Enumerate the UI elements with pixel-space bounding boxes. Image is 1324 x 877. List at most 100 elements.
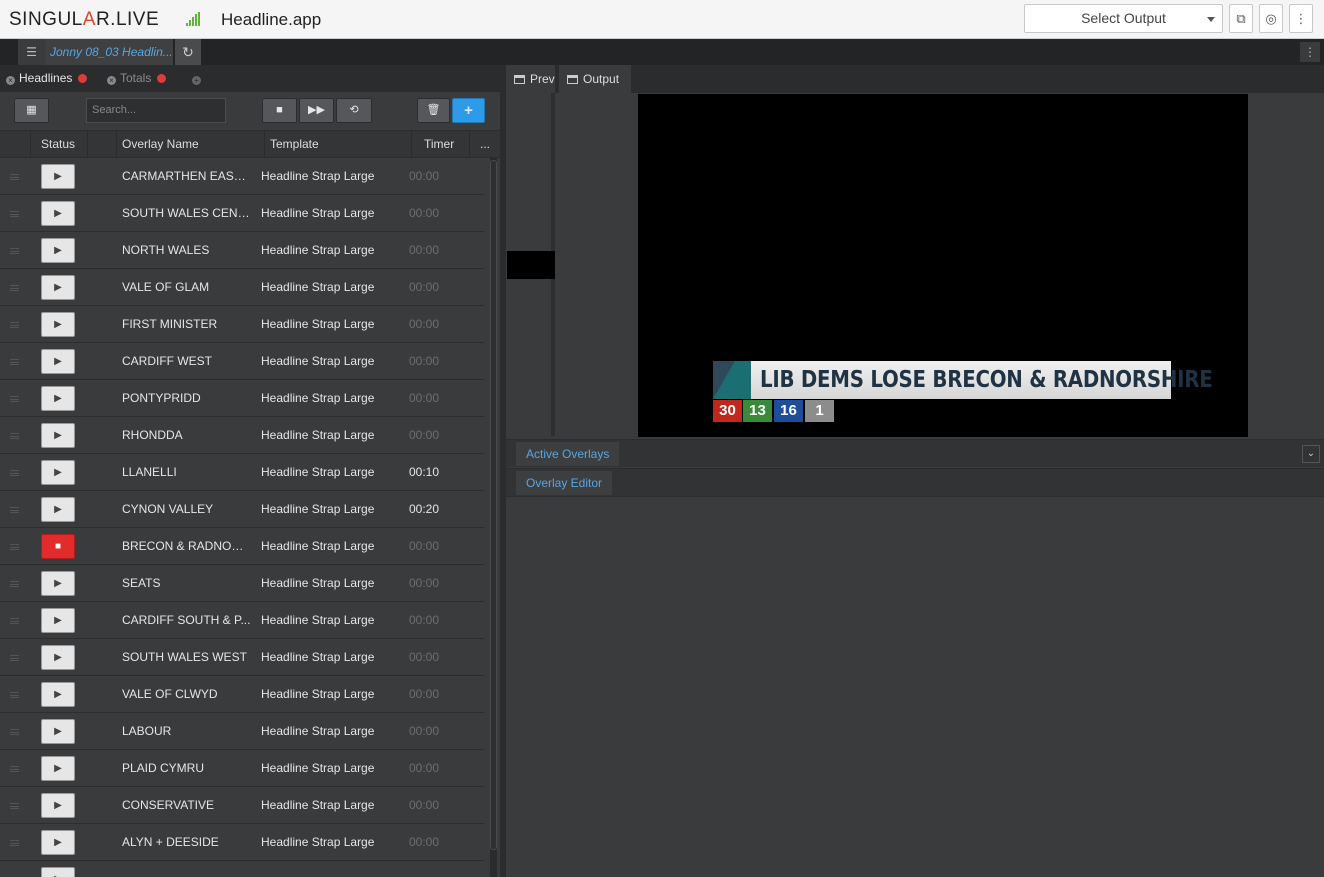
table-row[interactable]: ▶ ALYN + DEESIDE Headline Strap Large 00:00 <box>0 824 484 861</box>
close-icon[interactable]: × <box>6 76 15 85</box>
overlay-timer[interactable]: 00:00 <box>409 195 439 232</box>
column-status[interactable]: Status <box>30 131 87 157</box>
table-row[interactable]: ▶ CARDIFF SOUTH & P... Headline Strap Larg… <box>0 602 484 639</box>
grid-view-button[interactable]: ▦ <box>14 98 49 123</box>
table-row[interactable]: ▶ CONSERVATIVE Headline Strap Large 00:00 <box>0 787 484 824</box>
globe-button[interactable]: ◎ <box>1259 4 1283 33</box>
loop-button[interactable]: ⟲ <box>336 98 372 123</box>
table-row[interactable]: ▶ SOUTH WALES WEST Headline Strap Large 00:… <box>0 639 484 676</box>
drag-handle-icon[interactable] <box>10 211 19 217</box>
table-row[interactable]: ▶ FIRST MINISTER Headline Strap Large 00:00 <box>0 306 484 343</box>
collapse-button[interactable]: ⌄ <box>1302 445 1320 463</box>
drag-handle-icon[interactable] <box>10 729 19 735</box>
tab-preview[interactable]: Prev <box>506 65 555 93</box>
play-button[interactable]: ▶ <box>41 164 75 189</box>
play-button[interactable]: ▶ <box>41 608 75 633</box>
column-more[interactable]: ... <box>469 131 498 157</box>
play-button[interactable]: ▶ <box>41 312 75 337</box>
table-row[interactable]: ▶ PLAID CYMRU Headline Strap Large 00:00 <box>0 750 484 787</box>
delete-button[interactable]: 🗑 <box>417 98 450 123</box>
drag-handle-icon[interactable] <box>10 840 19 846</box>
next-button[interactable]: ▶▶ <box>299 98 334 123</box>
play-button[interactable]: ▶ <box>41 682 75 707</box>
overlay-timer[interactable]: 00:00 <box>409 639 439 676</box>
play-button[interactable]: ▶ <box>41 275 75 300</box>
drag-handle-icon[interactable] <box>10 248 19 254</box>
drag-handle-icon[interactable] <box>10 766 19 772</box>
drag-handle-icon[interactable] <box>10 396 19 402</box>
overlay-timer[interactable]: 00:00 <box>409 380 439 417</box>
document-tab[interactable]: Jonny 08_03 Headlin... <box>45 39 173 65</box>
overlay-timer[interactable]: 00:00 <box>409 750 439 787</box>
stop-all-button[interactable]: ■ <box>262 98 297 123</box>
drag-handle-icon[interactable] <box>10 692 19 698</box>
stop-button[interactable]: ■ <box>41 534 75 559</box>
overlay-timer[interactable]: 00:00 <box>409 158 439 195</box>
play-button[interactable]: ▶ <box>41 867 75 877</box>
column-timer[interactable]: Timer <box>411 131 469 157</box>
drag-handle-icon[interactable] <box>10 544 19 550</box>
play-button[interactable]: ▶ <box>41 645 75 670</box>
drag-handle-icon[interactable] <box>10 618 19 624</box>
drag-handle-icon[interactable] <box>10 174 19 180</box>
table-row[interactable]: ▶ VALE OF GLAM Headline Strap Large 00:00 <box>0 269 484 306</box>
table-row[interactable]: ▶ CYNON VALLEY Headline Strap Large 00:20 <box>0 491 484 528</box>
select-output-dropdown[interactable]: Select Output <box>1024 4 1223 33</box>
table-row[interactable]: ▶ LLANELLI Headline Strap Large 00:10 <box>0 454 484 491</box>
play-button[interactable]: ▶ <box>41 460 75 485</box>
overlay-timer[interactable]: 00:00 <box>409 787 439 824</box>
drag-handle-icon[interactable] <box>10 359 19 365</box>
drag-handle-icon[interactable] <box>10 470 19 476</box>
singular-logo[interactable]: SINGULAR.LIVE <box>9 9 159 31</box>
table-row[interactable]: ▶ CARMARTHEN EAST ... Headline Strap Large… <box>0 158 484 195</box>
table-row[interactable]: ■ BRECON & RADNORS... Headline Strap Large… <box>0 528 484 565</box>
tab-headlines[interactable]: × Headlines <box>6 65 88 92</box>
overlay-timer[interactable]: 00:00 <box>409 713 439 750</box>
docbar-more-button[interactable]: ⋮ <box>1300 42 1320 62</box>
play-button[interactable]: ▶ <box>41 830 75 855</box>
table-row[interactable]: ▶ CARDIFF WEST Headline Strap Large 00:00 <box>0 343 484 380</box>
drag-handle-icon[interactable] <box>10 581 19 587</box>
table-row[interactable]: ▶ SOUTH WALES CENT... Headline Strap Large… <box>0 195 484 232</box>
play-button[interactable]: ▶ <box>41 719 75 744</box>
scrollbar-thumb[interactable] <box>490 160 497 850</box>
tab-totals[interactable]: × Totals <box>107 65 167 92</box>
drag-handle-icon[interactable] <box>10 655 19 661</box>
column-overlay-name[interactable]: Overlay Name <box>116 131 265 157</box>
copy-button[interactable]: ⧉ <box>1229 4 1253 33</box>
table-row[interactable]: ▶ VALE OF CLWYD Headline Strap Large 00:00 <box>0 676 484 713</box>
drag-handle-icon[interactable] <box>10 285 19 291</box>
drag-handle-icon[interactable] <box>10 433 19 439</box>
play-button[interactable]: ▶ <box>41 756 75 781</box>
tab-output[interactable]: Output <box>559 65 631 93</box>
drag-handle-icon[interactable] <box>10 322 19 328</box>
play-button[interactable]: ▶ <box>41 201 75 226</box>
add-tab-button[interactable]: + <box>192 65 205 92</box>
overlay-timer[interactable]: 00:00 <box>409 602 439 639</box>
overlay-timer[interactable]: 00:00 <box>409 269 439 306</box>
search-input[interactable]: Search... <box>86 98 226 123</box>
active-overlays-tab[interactable]: Active Overlays <box>516 442 620 466</box>
play-button[interactable]: ▶ <box>41 793 75 818</box>
add-overlay-button[interactable]: + <box>452 98 485 123</box>
column-template[interactable]: Template <box>264 131 411 157</box>
overlay-timer[interactable]: 00:00 <box>409 417 439 454</box>
drag-handle-icon[interactable] <box>10 507 19 513</box>
overlay-timer[interactable]: 00:00 <box>409 306 439 343</box>
overlay-timer[interactable]: 00:00 <box>409 232 439 269</box>
database-button[interactable]: ☰ <box>18 39 45 65</box>
overlay-timer[interactable]: 00:00 <box>409 343 439 380</box>
play-button[interactable]: ▶ <box>41 386 75 411</box>
close-icon[interactable]: × <box>107 76 116 85</box>
drag-handle-icon[interactable] <box>10 803 19 809</box>
refresh-button[interactable]: ↻ <box>175 39 201 65</box>
overlay-timer[interactable]: 00:00 <box>409 676 439 713</box>
overlay-timer[interactable]: 00:00 <box>409 528 439 565</box>
overlay-timer[interactable]: 00:10 <box>409 454 439 491</box>
play-button[interactable]: ▶ <box>41 423 75 448</box>
play-button[interactable]: ▶ <box>41 238 75 263</box>
overlay-editor-tab[interactable]: Overlay Editor <box>516 471 613 495</box>
play-button[interactable]: ▶ <box>41 571 75 596</box>
overlay-timer[interactable]: 00:20 <box>409 491 439 528</box>
table-row[interactable]: ▶ SEATS Headline Strap Large 00:00 <box>0 565 484 602</box>
